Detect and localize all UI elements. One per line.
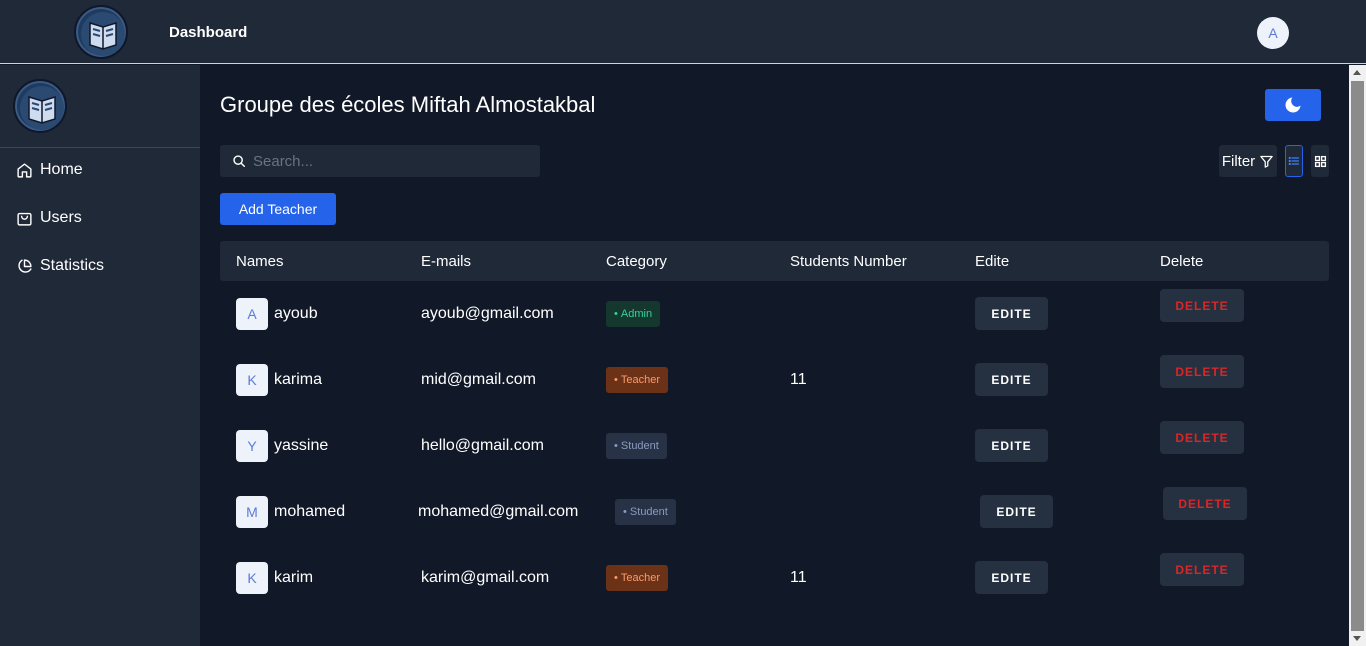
sidebar-logo[interactable] [13, 79, 67, 133]
table-row: K karima mid@gmail.com • Teacher 11 EDIT… [220, 347, 1329, 413]
grid-icon [1314, 155, 1326, 167]
row-avatar: K [236, 364, 268, 396]
page-title: Groupe des écoles Miftah Almostakbal [220, 92, 596, 117]
delete-button[interactable]: DELETE [1160, 421, 1244, 454]
scroll-down-arrow-icon[interactable] [1353, 636, 1361, 641]
search-input[interactable] [253, 152, 523, 170]
column-header-edite: Edite [975, 253, 1010, 270]
row-email: mid@gmail.com [421, 371, 536, 388]
delete-button[interactable]: DELETE [1160, 355, 1244, 388]
row-name: karim [274, 569, 314, 586]
column-header-names: Names [236, 253, 284, 270]
home-icon [17, 162, 32, 178]
row-email: karim@gmail.com [421, 569, 550, 586]
sidebar-item-statistics[interactable]: Statistics [16, 254, 104, 278]
column-header-category: Category [606, 253, 667, 270]
list-icon [1288, 156, 1300, 166]
row-students-number: 11 [790, 569, 807, 586]
row-name: karima [274, 371, 323, 388]
row-name: yassine [274, 437, 329, 454]
edit-button[interactable]: EDITE [975, 561, 1048, 594]
filter-button[interactable]: Filter [1219, 145, 1277, 177]
theme-toggle-button[interactable] [1265, 89, 1321, 121]
shopping-bag-icon [17, 212, 32, 226]
edit-button[interactable]: EDITE [975, 363, 1048, 396]
row-avatar: M [236, 496, 268, 528]
row-avatar: Y [236, 430, 268, 462]
user-avatar[interactable]: A [1257, 17, 1289, 49]
row-name: mohamed [274, 503, 346, 520]
table-row: A ayoub ayoub@gmail.com • Admin EDITE DE… [220, 281, 1329, 347]
category-badge: • Admin [606, 301, 661, 327]
sidebar-item-home[interactable]: Home [16, 158, 83, 182]
scrollbar-thumb[interactable] [1351, 81, 1364, 631]
edit-button[interactable]: EDITE [980, 495, 1053, 528]
grid-view-button[interactable] [1311, 145, 1329, 177]
filter-icon [1260, 155, 1273, 168]
school-logo[interactable] [74, 5, 128, 59]
row-email: ayoub@gmail.com [421, 305, 554, 322]
row-email: hello@gmail.com [421, 437, 544, 454]
table-header: Names E-mails Category Students Number E… [220, 241, 1329, 281]
row-name: ayoub [274, 305, 318, 322]
header-title[interactable]: Dashboard [169, 24, 247, 41]
edit-button[interactable]: EDITE [975, 297, 1048, 330]
search-box [220, 145, 540, 177]
table-row: M mohamed mohamed@gmail.com • Student ED… [220, 479, 1329, 545]
sidebar-divider [0, 147, 200, 148]
sidebar-item-label: Statistics [40, 257, 105, 274]
sidebar-item-label: Home [40, 161, 83, 178]
delete-button[interactable]: DELETE [1160, 553, 1244, 586]
moon-icon [1285, 97, 1301, 113]
delete-button[interactable]: DELETE [1163, 487, 1247, 520]
column-header-delete: Delete [1160, 253, 1204, 270]
sidebar: Home Users Statistics [0, 65, 200, 646]
top-bar: Dashboard A [0, 0, 1366, 64]
edit-button[interactable]: EDITE [975, 429, 1048, 462]
row-email: mohamed@gmail.com [418, 503, 579, 520]
row-students-number: 11 [790, 371, 807, 388]
vertical-scrollbar[interactable] [1349, 65, 1366, 646]
search-icon [233, 155, 245, 167]
sidebar-item-label: Users [40, 209, 82, 226]
column-header-students-number: Students Number [790, 253, 907, 270]
delete-button[interactable]: DELETE [1160, 289, 1244, 322]
table-row: Y yassine hello@gmail.com • Student EDIT… [220, 413, 1329, 479]
add-teacher-button[interactable]: Add Teacher [220, 193, 336, 225]
scroll-up-arrow-icon[interactable] [1353, 70, 1361, 75]
table-row: K karim karim@gmail.com • Teacher 11 EDI… [220, 545, 1329, 611]
category-badge: • Student [615, 499, 676, 525]
pie-chart-icon [18, 258, 32, 273]
sidebar-item-users[interactable]: Users [16, 206, 82, 230]
category-badge: • Teacher [606, 367, 669, 393]
category-badge: • Teacher [606, 565, 669, 591]
category-badge: • Student [606, 433, 667, 459]
list-view-button[interactable] [1285, 145, 1303, 177]
row-avatar: K [236, 562, 268, 594]
row-avatar: A [236, 298, 268, 330]
column-header-emails: E-mails [421, 253, 472, 270]
filter-label: Filter [1221, 152, 1256, 170]
